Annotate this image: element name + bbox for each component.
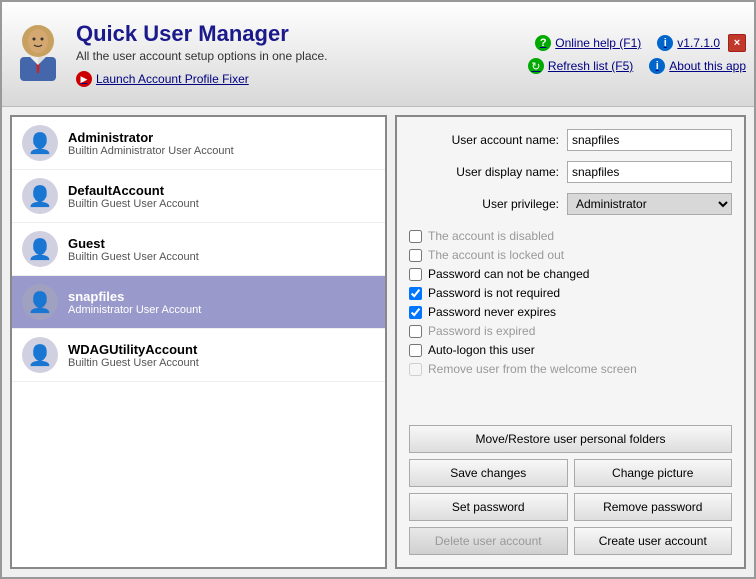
- user-item-defaultaccount[interactable]: 👤 DefaultAccount Builtin Guest User Acco…: [12, 170, 385, 223]
- version-link[interactable]: i v1.7.1.0: [657, 35, 720, 51]
- about-link[interactable]: i About this app: [649, 58, 746, 74]
- user-desc-snapfiles: Administrator User Account: [68, 304, 201, 316]
- about-label: About this app: [669, 59, 746, 73]
- main-window: Quick User Manager All the user account …: [0, 0, 756, 579]
- change-picture-button[interactable]: Change picture: [574, 459, 733, 487]
- refresh-list-label: Refresh list (F5): [548, 59, 633, 73]
- user-desc-defaultaccount: Builtin Guest User Account: [68, 198, 199, 210]
- move-restore-button[interactable]: Move/Restore user personal folders: [409, 425, 732, 453]
- account-disabled-checkbox[interactable]: [409, 230, 422, 243]
- checkbox-row-pwd-nochange: Password can not be changed: [409, 267, 732, 281]
- user-info-wdagutility: WDAGUtilityAccount Builtin Guest User Ac…: [68, 342, 199, 369]
- user-desc-guest: Builtin Guest User Account: [68, 251, 199, 263]
- pwd-no-change-checkbox[interactable]: [409, 268, 422, 281]
- account-locked-checkbox[interactable]: [409, 249, 422, 262]
- user-name-administrator: Administrator: [68, 130, 234, 145]
- pwd-never-expires-checkbox[interactable]: [409, 306, 422, 319]
- title-info: Quick User Manager All the user account …: [76, 21, 328, 87]
- app-icon: [10, 21, 66, 85]
- user-avatar-defaultaccount: 👤: [22, 178, 58, 214]
- set-password-button[interactable]: Set password: [409, 493, 568, 521]
- user-info-guest: Guest Builtin Guest User Account: [68, 236, 199, 263]
- user-desc-administrator: Builtin Administrator User Account: [68, 145, 234, 157]
- user-name-defaultaccount: DefaultAccount: [68, 183, 199, 198]
- account-name-label: User account name:: [409, 133, 559, 147]
- user-info-administrator: Administrator Builtin Administrator User…: [68, 130, 234, 157]
- create-account-button[interactable]: Create user account: [574, 527, 733, 555]
- launch-link-label: Launch Account Profile Fixer: [96, 72, 249, 86]
- content-area: 👤 Administrator Builtin Administrator Us…: [2, 107, 754, 577]
- account-locked-label: The account is locked out: [428, 248, 564, 262]
- user-desc-wdagutility: Builtin Guest User Account: [68, 357, 199, 369]
- pwd-expired-label: Password is expired: [428, 324, 535, 338]
- online-help-link[interactable]: ? Online help (F1): [535, 35, 641, 51]
- remove-welcome-checkbox[interactable]: [409, 363, 422, 376]
- checkbox-row-autologon: Auto-logon this user: [409, 343, 732, 357]
- user-list-panel: 👤 Administrator Builtin Administrator Us…: [10, 115, 387, 569]
- version-info-icon: i: [657, 35, 673, 51]
- pwd-not-required-checkbox[interactable]: [409, 287, 422, 300]
- title-bar: Quick User Manager All the user account …: [2, 2, 754, 107]
- btn-row-3: Delete user account Create user account: [409, 527, 732, 555]
- btn-row-2: Set password Remove password: [409, 493, 732, 521]
- user-details-panel: User account name: User display name: Us…: [395, 115, 746, 569]
- launch-link[interactable]: ▶ Launch Account Profile Fixer: [76, 71, 328, 87]
- privilege-row: User privilege: Administrator Standard U…: [409, 193, 732, 215]
- pwd-expired-checkbox[interactable]: [409, 325, 422, 338]
- display-name-input[interactable]: [567, 161, 732, 183]
- remove-password-button[interactable]: Remove password: [574, 493, 733, 521]
- help-icon: ?: [535, 35, 551, 51]
- privilege-label: User privilege:: [409, 197, 559, 211]
- user-item-wdagutility[interactable]: 👤 WDAGUtilityAccount Builtin Guest User …: [12, 329, 385, 382]
- user-avatar-guest: 👤: [22, 231, 58, 267]
- title-bar-right: ? Online help (F1) i v1.7.1.0 × ↻ Refres…: [528, 34, 746, 74]
- checkbox-row-remove-welcome: Remove user from the welcome screen: [409, 362, 732, 376]
- btn-row-1: Save changes Change picture: [409, 459, 732, 487]
- about-info-icon: i: [649, 58, 665, 74]
- user-avatar-snapfiles: 👤: [22, 284, 58, 320]
- refresh-icon: ↻: [528, 58, 544, 74]
- checkbox-row-disabled: The account is disabled: [409, 229, 732, 243]
- account-name-input[interactable]: [567, 129, 732, 151]
- launch-icon: ▶: [76, 71, 92, 87]
- user-name-snapfiles: snapfiles: [68, 289, 201, 304]
- pwd-not-required-label: Password is not required: [428, 286, 560, 300]
- refresh-list-link[interactable]: ↻ Refresh list (F5): [528, 58, 633, 74]
- checkbox-row-pwd-expired: Password is expired: [409, 324, 732, 338]
- auto-logon-checkbox[interactable]: [409, 344, 422, 357]
- account-disabled-label: The account is disabled: [428, 229, 554, 243]
- pwd-never-expires-label: Password never expires: [428, 305, 556, 319]
- user-avatar-wdagutility: 👤: [22, 337, 58, 373]
- user-name-guest: Guest: [68, 236, 199, 251]
- display-name-row: User display name:: [409, 161, 732, 183]
- version-label: v1.7.1.0: [677, 36, 720, 50]
- delete-account-button[interactable]: Delete user account: [409, 527, 568, 555]
- checkbox-row-locked: The account is locked out: [409, 248, 732, 262]
- close-button[interactable]: ×: [728, 34, 746, 52]
- user-item-snapfiles[interactable]: 👤 snapfiles Administrator User Account: [12, 276, 385, 329]
- user-avatar-administrator: 👤: [22, 125, 58, 161]
- auto-logon-label: Auto-logon this user: [428, 343, 535, 357]
- user-name-wdagutility: WDAGUtilityAccount: [68, 342, 199, 357]
- title-bar-left: Quick User Manager All the user account …: [10, 21, 328, 87]
- header-links-row2: ↻ Refresh list (F5) i About this app: [528, 58, 746, 74]
- checkbox-row-pwd-notrequired: Password is not required: [409, 286, 732, 300]
- checkbox-row-pwd-noexpire: Password never expires: [409, 305, 732, 319]
- user-info-snapfiles: snapfiles Administrator User Account: [68, 289, 201, 316]
- header-links-row1: ? Online help (F1) i v1.7.1.0: [535, 35, 720, 51]
- buttons-section: Move/Restore user personal folders Save …: [409, 425, 732, 555]
- user-item-guest[interactable]: 👤 Guest Builtin Guest User Account: [12, 223, 385, 276]
- pwd-no-change-label: Password can not be changed: [428, 267, 589, 281]
- display-name-label: User display name:: [409, 165, 559, 179]
- remove-welcome-label: Remove user from the welcome screen: [428, 362, 637, 376]
- account-name-row: User account name:: [409, 129, 732, 151]
- app-subtitle: All the user account setup options in on…: [76, 49, 328, 63]
- user-info-defaultaccount: DefaultAccount Builtin Guest User Accoun…: [68, 183, 199, 210]
- user-item-administrator[interactable]: 👤 Administrator Builtin Administrator Us…: [12, 117, 385, 170]
- privilege-select[interactable]: Administrator Standard User Guest: [567, 193, 732, 215]
- app-title: Quick User Manager: [76, 21, 328, 47]
- checkboxes-section: The account is disabled The account is l…: [409, 229, 732, 376]
- save-changes-button[interactable]: Save changes: [409, 459, 568, 487]
- online-help-label: Online help (F1): [555, 36, 641, 50]
